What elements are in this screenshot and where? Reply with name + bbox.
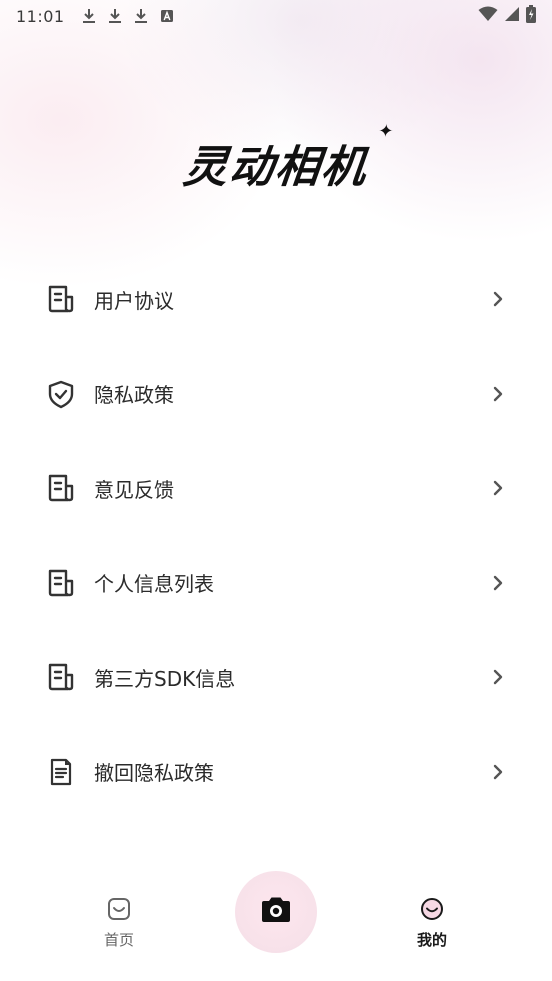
menu-item-label: 用户协议 xyxy=(94,288,174,313)
menu-item-label: 隐私政策 xyxy=(94,383,174,408)
menu-item-label: 第三方SDK信息 xyxy=(94,666,236,691)
a-icon xyxy=(159,8,175,24)
logo-text: 灵动相机 xyxy=(180,142,371,193)
document-icon xyxy=(44,282,78,316)
wifi-icon xyxy=(478,6,498,26)
tab-home[interactable]: 首页 xyxy=(74,895,164,950)
sparkle-icon: ✦ xyxy=(377,121,397,142)
tab-home-label: 首页 xyxy=(103,931,134,949)
camera-button[interactable] xyxy=(235,871,317,953)
menu-item-revoke-privacy[interactable]: 撤回隐私政策 xyxy=(0,725,552,820)
menu-item-label: 意见反馈 xyxy=(94,477,174,502)
screen: 11:01 灵动相机 ✦ 用户协议 隐私政策 意见反馈 个人信息列表 第三方SD… xyxy=(0,0,552,981)
signal-icon xyxy=(504,6,520,26)
system-icons xyxy=(478,5,536,27)
menu-item-third-party-sdk[interactable]: 第三方SDK信息 xyxy=(0,630,552,725)
menu-item-label: 撤回隐私政策 xyxy=(94,761,214,786)
app-logo: 灵动相机 ✦ xyxy=(0,121,552,198)
camera-icon xyxy=(259,896,293,928)
status-bar: 11:01 xyxy=(0,0,552,32)
tab-mine-label: 我的 xyxy=(416,931,447,949)
menu-item-feedback[interactable]: 意见反馈 xyxy=(0,441,552,536)
notification-icons xyxy=(81,8,175,24)
menu-item-personal-info-list[interactable]: 个人信息列表 xyxy=(0,536,552,631)
smile-icon xyxy=(418,895,446,923)
document-icon xyxy=(44,566,78,600)
menu-item-user-agreement[interactable]: 用户协议 xyxy=(0,252,552,347)
shield-check-icon xyxy=(44,377,78,411)
bottom-tab-bar: 首页 我的 xyxy=(0,871,552,981)
status-time: 11:01 xyxy=(16,6,65,26)
chevron-right-icon xyxy=(488,384,508,404)
chevron-right-icon xyxy=(488,478,508,498)
clipboard-doc-icon xyxy=(44,755,78,789)
download-icon xyxy=(133,8,149,24)
chevron-right-icon xyxy=(488,573,508,593)
menu-item-label: 个人信息列表 xyxy=(94,572,214,597)
download-icon xyxy=(81,8,97,24)
home-bag-icon xyxy=(105,895,133,923)
settings-menu: 用户协议 隐私政策 意见反馈 个人信息列表 第三方SDK信息 撤回隐私政策 xyxy=(0,252,552,819)
battery-icon xyxy=(526,5,536,27)
chevron-right-icon xyxy=(488,289,508,309)
document-icon xyxy=(44,471,78,505)
menu-item-privacy-policy[interactable]: 隐私政策 xyxy=(0,347,552,442)
download-icon xyxy=(107,8,123,24)
document-icon xyxy=(44,660,78,694)
chevron-right-icon xyxy=(488,667,508,687)
chevron-right-icon xyxy=(488,762,508,782)
tab-mine[interactable]: 我的 xyxy=(387,895,477,950)
